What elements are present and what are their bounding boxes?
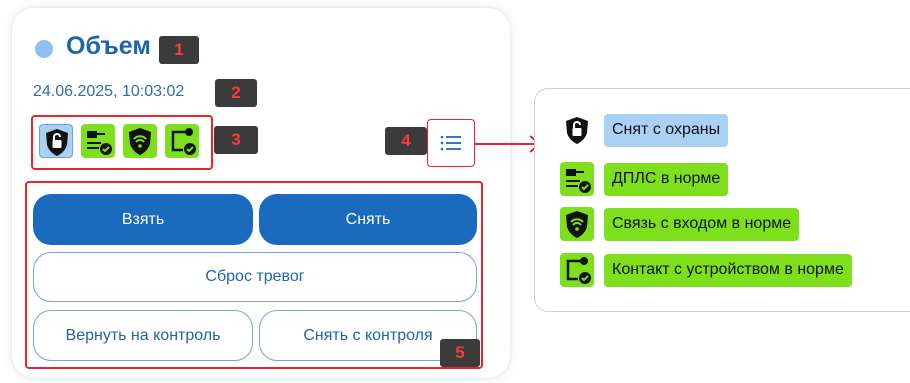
link-ok-shield-icon <box>123 124 157 158</box>
legend-label: ДПЛС в норме <box>604 162 729 196</box>
link-ok-shield-icon <box>560 207 594 241</box>
status-dot <box>35 40 53 58</box>
device-contact-ok-icon <box>165 124 199 158</box>
legend-item: ДПЛС в норме <box>560 162 729 196</box>
legend-label: Снят с охраны <box>604 113 729 147</box>
legend-item: Контакт с устройством в норме <box>560 253 852 287</box>
annotation-4: 4 <box>385 127 427 155</box>
legend-item: Снят с охраны <box>560 113 729 147</box>
object-title: Объем <box>66 32 151 60</box>
annotation-1: 1 <box>159 36 199 64</box>
line-ok-icon <box>81 124 115 158</box>
line-ok-icon <box>560 162 594 196</box>
annotation-2: 2 <box>215 79 257 107</box>
legend-item: Связь с входом в норме <box>560 207 800 241</box>
event-datetime: 24.06.2025, 10:03:02 <box>33 83 185 100</box>
take-button[interactable]: Взять <box>33 194 253 245</box>
status-list-button[interactable] <box>427 119 475 167</box>
guard-off-lock-icon <box>39 124 73 158</box>
remove-button[interactable]: Снять <box>259 194 477 245</box>
legend-label: Контакт с устройством в норме <box>604 253 852 287</box>
device-contact-ok-icon <box>560 253 594 287</box>
guard-off-lock-icon <box>560 113 594 147</box>
legend-label: Связь с входом в норме <box>604 207 800 241</box>
reset-alarms-button[interactable]: Сброс тревог <box>33 252 477 302</box>
return-control-button[interactable]: Вернуть на контроль <box>33 310 253 361</box>
annotation-3: 3 <box>214 126 258 154</box>
list-icon <box>440 135 461 151</box>
annotation-5: 5 <box>440 339 480 367</box>
